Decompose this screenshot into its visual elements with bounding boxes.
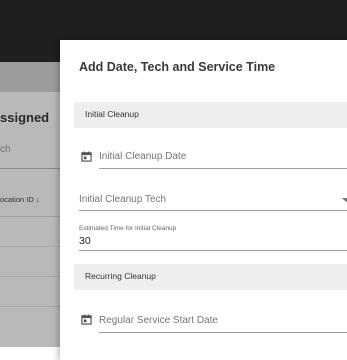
calendar-icon[interactable]	[81, 151, 92, 162]
add-date-tech-dialog: Add Date, Tech and Service Time Initial …	[60, 40, 347, 360]
header-strip	[0, 62, 60, 92]
estimated-time-value: 30	[79, 235, 91, 247]
initial-cleanup-tech-select[interactable]: Initial Cleanup Tech	[79, 190, 347, 211]
regular-service-start-date-placeholder: Regular Service Start Date	[99, 315, 218, 326]
page-title: ssigned	[0, 110, 50, 125]
table-row-divider	[0, 276, 60, 277]
dialog-title: Add Date, Tech and Service Time	[79, 60, 276, 74]
table-row-divider	[0, 246, 60, 247]
initial-cleanup-date-placeholder: Initial Cleanup Date	[99, 151, 187, 162]
section-initial-cleanup: Initial Cleanup	[74, 102, 347, 128]
section-label: Initial Cleanup	[85, 109, 139, 119]
search-input[interactable]: ch	[0, 140, 60, 169]
calendar-icon[interactable]	[81, 314, 92, 325]
initial-cleanup-date-field[interactable]: Initial Cleanup Date	[99, 146, 347, 169]
chevron-down-icon	[342, 198, 347, 202]
column-header-location-id[interactable]: ocation ID ↓	[0, 186, 60, 217]
section-label: Recurring Cleanup	[85, 271, 156, 281]
regular-service-start-date-field[interactable]: Regular Service Start Date	[99, 310, 347, 333]
section-recurring-cleanup: Recurring Cleanup	[74, 264, 347, 290]
column-header-label: ocation ID ↓	[0, 195, 40, 204]
estimated-time-label: Estimated Time for Initial Cleanup	[79, 225, 177, 232]
table-row-divider	[0, 306, 60, 307]
estimated-time-input[interactable]: 30	[79, 234, 347, 251]
initial-cleanup-tech-placeholder: Initial Cleanup Tech	[79, 194, 167, 205]
search-placeholder: ch	[0, 144, 11, 155]
